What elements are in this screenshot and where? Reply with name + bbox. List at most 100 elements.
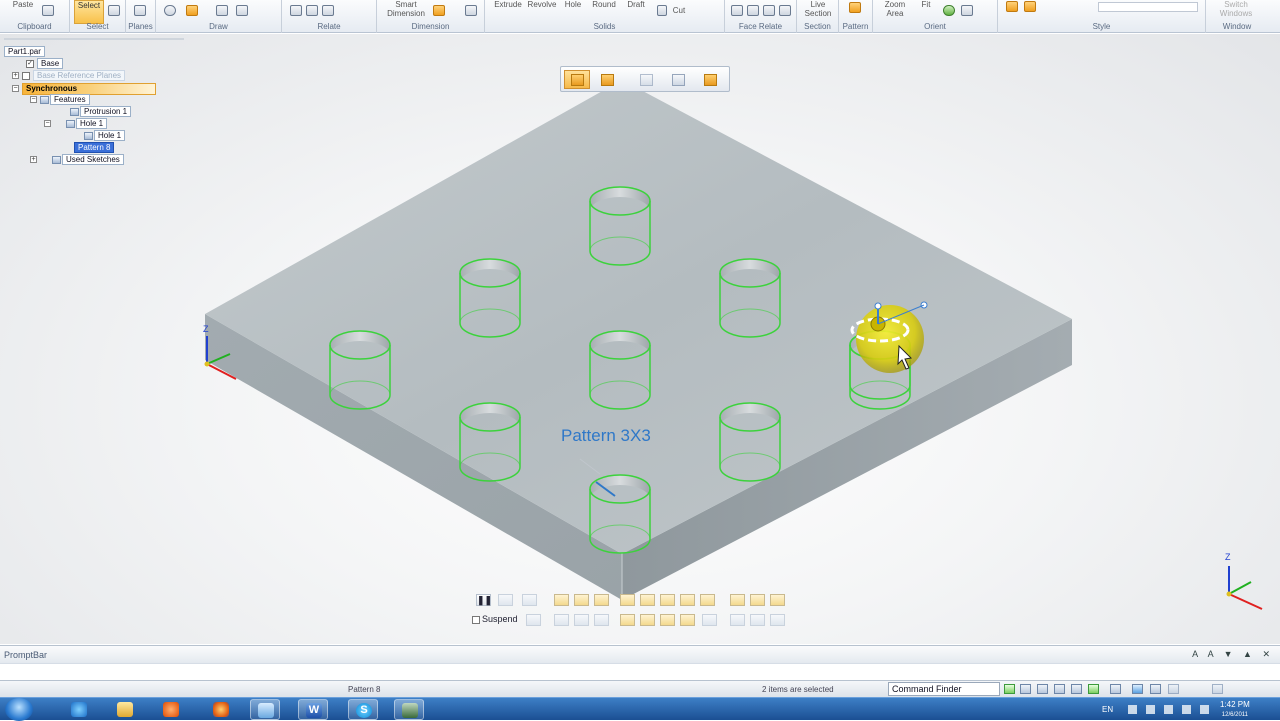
status-view-icon[interactable] [1110, 684, 1121, 694]
collapse-icon[interactable]: − [12, 85, 19, 93]
suspend-checkbox[interactable] [472, 615, 480, 624]
tray-arrow-icon[interactable] [1128, 705, 1137, 714]
undo-icon[interactable] [498, 594, 513, 606]
tree-node-base[interactable]: ✓ Base [26, 58, 64, 69]
live-rules-icon-20[interactable] [730, 614, 745, 626]
live-rules-icon-13[interactable] [574, 614, 589, 626]
face-style-icon[interactable] [1024, 1, 1036, 12]
status-slider-left-icon[interactable] [1168, 684, 1179, 694]
style-selector[interactable] [1098, 2, 1198, 12]
live-rules-icon-6[interactable] [660, 594, 675, 606]
model-view[interactable]: Z Z [0, 34, 1280, 644]
taskbar-explorer[interactable] [110, 699, 140, 720]
command-bar-paste-button[interactable] [665, 70, 691, 89]
status-rotate-icon[interactable] [1004, 684, 1015, 694]
tree-node-features[interactable]: − Features [30, 94, 90, 105]
smart-dimension-button[interactable]: Smart Dimension [381, 0, 431, 18]
tray-volume-icon[interactable] [1182, 705, 1191, 714]
live-rules-icon-2[interactable] [574, 594, 589, 606]
live-rules-icon-15[interactable] [620, 614, 635, 626]
command-finder-input[interactable]: Command Finder [888, 682, 1000, 696]
live-rules-icon-18[interactable] [680, 614, 695, 626]
view-cube-triad[interactable]: Z [1225, 552, 1263, 610]
select-tool-icon[interactable] [108, 5, 120, 16]
command-bar-copy-button[interactable] [633, 70, 659, 89]
taskbar-media-player[interactable] [156, 699, 186, 720]
tree-node-synchronous[interactable]: − Synchronous [12, 83, 164, 95]
taskbar-ie[interactable] [64, 699, 94, 720]
collapse-icon[interactable]: − [44, 120, 51, 128]
triangle-icon[interactable] [236, 5, 248, 16]
live-rules-icon-19[interactable] [702, 614, 717, 626]
collapse-icon[interactable]: − [30, 96, 37, 104]
grid-icon[interactable] [306, 5, 318, 16]
status-pan-icon[interactable] [1071, 684, 1082, 694]
fit-button[interactable]: Fit [917, 0, 935, 9]
language-indicator[interactable]: EN [1102, 705, 1113, 714]
tree-node-hole-group[interactable]: − Hole 1 [44, 118, 108, 129]
save-icon[interactable] [526, 614, 541, 626]
status-slider-right-icon[interactable] [1212, 684, 1223, 694]
live-rules-icon-12[interactable] [554, 614, 569, 626]
taskbar-app[interactable] [394, 699, 424, 720]
tray-network-icon[interactable] [1164, 705, 1173, 714]
live-rules-icon-1[interactable] [554, 594, 569, 606]
zoom-area-button[interactable]: Zoom Area [877, 0, 913, 18]
start-button[interactable] [5, 698, 33, 721]
live-rules-icon-16[interactable] [640, 614, 655, 626]
tree-node-part[interactable]: Part1.par [4, 46, 45, 57]
live-rules-icon-14[interactable] [594, 614, 609, 626]
select-button[interactable]: Select [74, 0, 104, 24]
live-rules-icon-7[interactable] [680, 594, 695, 606]
tree-node-hole-item[interactable]: Hole 1 [84, 130, 126, 141]
live-section-button[interactable]: Live Section [799, 0, 837, 18]
rotate-icon[interactable] [943, 5, 955, 16]
taskbar-skype[interactable]: S [348, 699, 378, 720]
horizontal-relate-icon[interactable] [322, 5, 334, 16]
live-rules-icon-9[interactable] [730, 594, 745, 606]
status-spin-icon[interactable] [1088, 684, 1099, 694]
status-zoom-area-icon[interactable] [1037, 684, 1048, 694]
redo-icon[interactable] [522, 594, 537, 606]
status-zoom-icon[interactable] [1020, 684, 1031, 694]
dimension-icon[interactable] [433, 5, 445, 16]
expand-icon[interactable]: + [30, 156, 37, 164]
copy-icon[interactable] [42, 5, 54, 16]
command-bar-select-button[interactable] [564, 70, 590, 89]
face-relate-icon[interactable] [731, 5, 743, 16]
tree-node-base-ref-planes[interactable]: + Base Reference Planes [12, 70, 126, 81]
switch-windows-button[interactable]: Switch Windows [1208, 0, 1264, 18]
live-rules-icon-22[interactable] [770, 614, 785, 626]
revolve-button[interactable]: Revolve [525, 0, 559, 9]
command-bar-pattern-button[interactable] [697, 70, 727, 89]
status-named-views-icon[interactable] [1150, 684, 1161, 694]
extrude-button[interactable]: Extrude [491, 0, 525, 9]
cut-button[interactable]: Cut [667, 6, 691, 15]
hole-button[interactable]: Hole [561, 0, 585, 9]
live-rules-icon-3[interactable] [594, 594, 609, 606]
taskbar-firefox[interactable] [206, 699, 236, 720]
relate-icon[interactable] [290, 5, 302, 16]
plane-icon[interactable] [134, 5, 146, 16]
live-rules-icon-5[interactable] [640, 594, 655, 606]
graphics-window[interactable]: Z Z Pattern 3X3 Part1.par ✓ Base + Base Re… [0, 34, 1280, 644]
expand-icon[interactable]: + [12, 72, 19, 80]
parallel-icon[interactable] [763, 5, 775, 16]
pattern-label[interactable]: Pattern 3X3 [561, 426, 651, 446]
status-fit-icon[interactable] [1054, 684, 1065, 694]
round-button[interactable]: Round [589, 0, 619, 9]
live-rules-icon-17[interactable] [660, 614, 675, 626]
circle-icon[interactable] [164, 5, 176, 16]
live-rules-icon-10[interactable] [750, 594, 765, 606]
part-style-icon[interactable] [1006, 1, 1018, 12]
taskbar-solid-edge[interactable] [250, 699, 280, 720]
ref-planes-checkbox[interactable] [22, 71, 30, 80]
live-rules-icon-21[interactable] [750, 614, 765, 626]
cut-icon[interactable] [657, 5, 667, 16]
base-checkbox[interactable]: ✓ [26, 59, 34, 68]
arc-icon[interactable] [216, 5, 228, 16]
draft-button[interactable]: Draft [623, 0, 649, 9]
coplanar-icon[interactable] [747, 5, 759, 16]
live-rules-icon-8[interactable] [700, 594, 715, 606]
lock-icon[interactable] [779, 5, 791, 16]
